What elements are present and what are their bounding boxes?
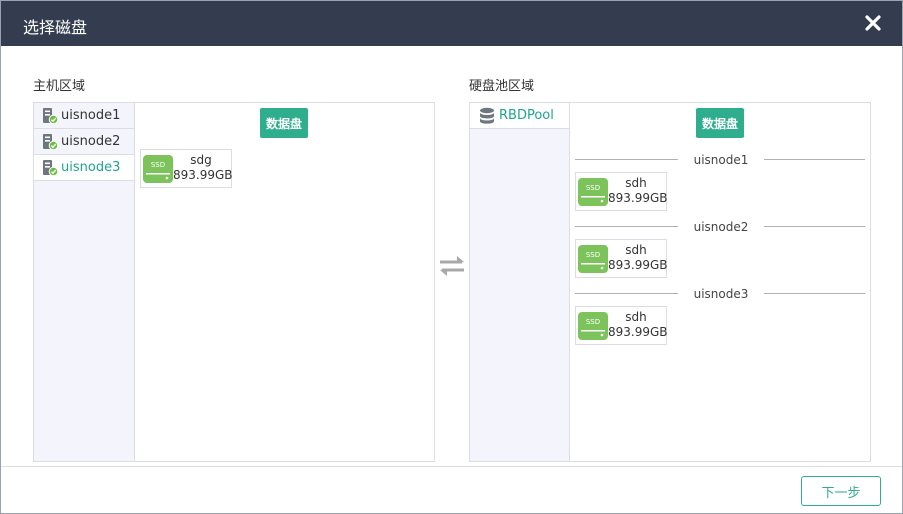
disk-name: sdh — [625, 176, 647, 190]
group-node-label: uisnode1 — [693, 153, 749, 167]
disk-name: sdh — [625, 243, 647, 257]
svg-text:SSD: SSD — [586, 318, 600, 326]
disk-card-sdh-uisnode3[interactable]: SSD sdh 893.99GB — [575, 306, 668, 345]
disk-size: 893.99GB — [608, 191, 668, 205]
group-divider — [764, 159, 865, 160]
host-node-label: uisnode3 — [61, 159, 121, 175]
disk-size: 893.99GB — [608, 325, 668, 339]
disk-card-sdg[interactable]: SSD sdg 893.99GB — [140, 149, 233, 188]
database-icon — [480, 107, 494, 124]
disk-card-sdh-uisnode2[interactable]: SSD sdh 893.99GB — [575, 239, 668, 278]
footer-divider — [1, 466, 902, 467]
host-node-label: uisnode1 — [61, 107, 121, 123]
server-node-icon — [43, 107, 59, 124]
dialog-title: 选择磁盘 — [23, 18, 88, 37]
group-node-label: uisnode3 — [693, 287, 749, 301]
host-area-label: 主机区域 — [33, 79, 86, 94]
group-node-label: uisnode2 — [693, 220, 749, 234]
group-divider — [764, 293, 865, 294]
group-divider — [764, 226, 865, 227]
ssd-icon: SSD — [578, 178, 608, 206]
close-icon[interactable] — [862, 12, 884, 34]
svg-text:SSD: SSD — [586, 184, 600, 192]
disk-name: sdg — [190, 153, 212, 167]
pool-label: RBDPool — [499, 107, 554, 123]
next-step-button[interactable]: 下一步 — [801, 476, 881, 506]
svg-text:SSD: SSD — [151, 161, 165, 169]
ssd-icon: SSD — [578, 245, 608, 273]
host-node-item-uisnode1[interactable]: uisnode1 — [34, 103, 134, 129]
host-node-item-uisnode3[interactable]: uisnode3 — [34, 155, 134, 181]
svg-text:SSD: SSD — [586, 251, 600, 259]
server-node-icon — [43, 133, 59, 150]
pool-area-panel: RBDPool 数据盘 uisnode1 SSD sdh 893.99GB ui… — [469, 102, 871, 462]
disk-size: 893.99GB — [608, 258, 668, 272]
group-divider — [575, 159, 678, 160]
host-area-panel: uisnode1 uisnode2 uisnode3 数据盘 SSD sdg 8… — [33, 102, 435, 462]
host-node-list: uisnode1 uisnode2 uisnode3 — [34, 103, 135, 461]
disk-size: 893.99GB — [173, 168, 233, 182]
data-disk-tab[interactable]: 数据盘 — [260, 108, 308, 138]
ssd-icon: SSD — [143, 155, 173, 183]
server-node-icon — [43, 159, 59, 176]
data-disk-tab[interactable]: 数据盘 — [696, 108, 744, 138]
pool-item-rbdpool[interactable]: RBDPool — [470, 103, 569, 129]
disk-card-sdh-uisnode1[interactable]: SSD sdh 893.99GB — [575, 172, 668, 211]
select-disk-dialog: 选择磁盘 主机区域 uisnode1 uisnode2 uisnode3 数据盘… — [0, 0, 903, 514]
host-node-label: uisnode2 — [61, 133, 121, 149]
pool-area-label: 硬盘池区域 — [469, 79, 535, 94]
group-divider — [575, 226, 678, 227]
swap-arrows-icon[interactable] — [438, 254, 466, 278]
dialog-titlebar: 选择磁盘 — [1, 1, 902, 46]
group-divider — [575, 293, 678, 294]
ssd-icon: SSD — [578, 312, 608, 340]
host-node-item-uisnode2[interactable]: uisnode2 — [34, 129, 134, 155]
pool-list: RBDPool — [470, 103, 570, 461]
disk-name: sdh — [625, 310, 647, 324]
